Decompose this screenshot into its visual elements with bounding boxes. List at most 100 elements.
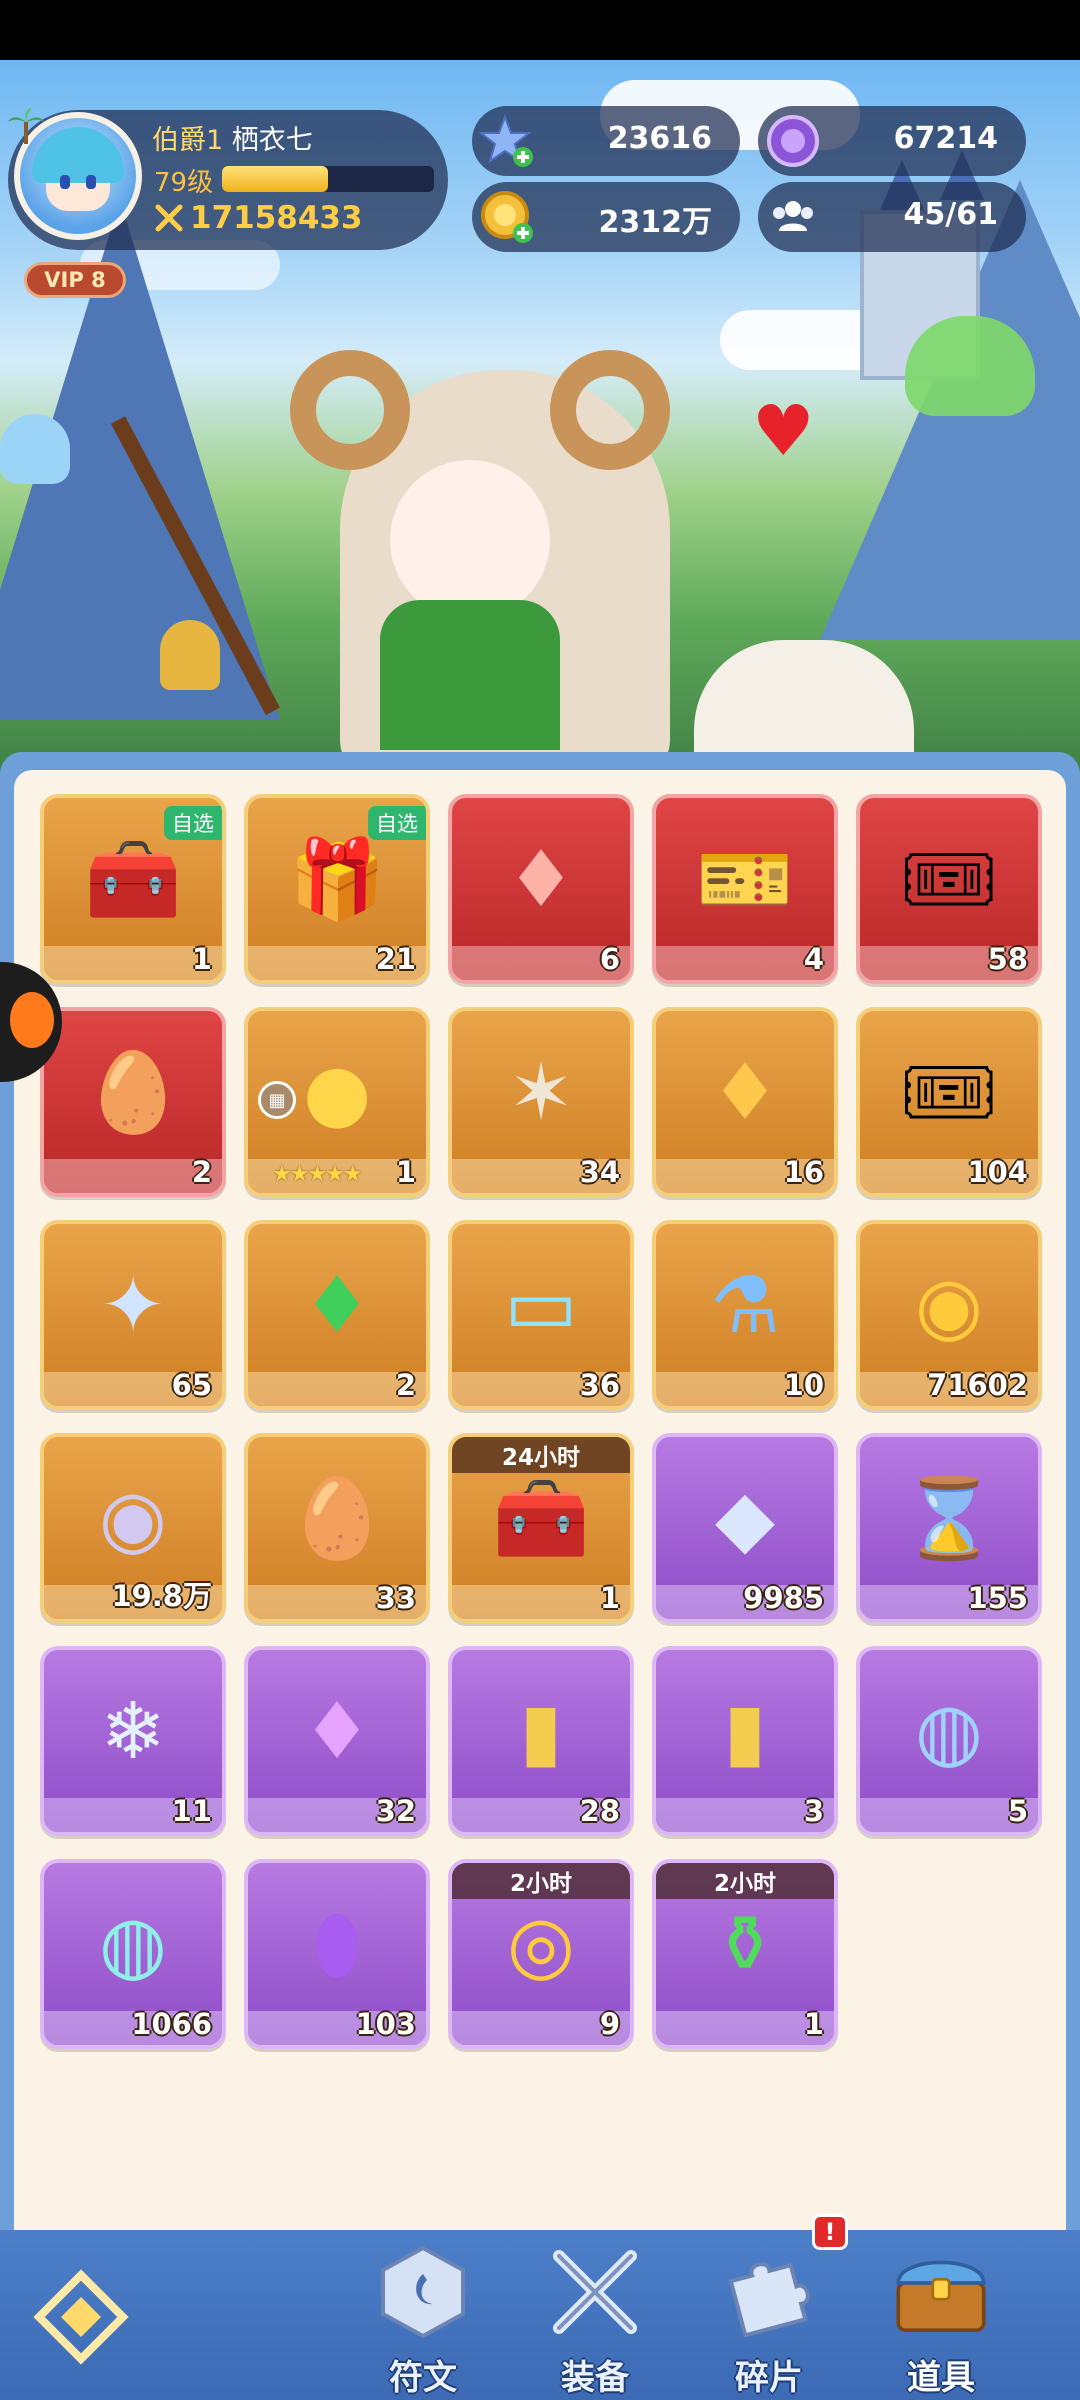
item-count: 65 [171, 1368, 212, 1402]
exp-fill [222, 166, 328, 192]
blue-slime [0, 414, 70, 484]
purple-coin-value: 67214 [893, 121, 998, 156]
star-rating: ★★★★★ [272, 1162, 363, 1187]
item-count: 21 [375, 942, 416, 976]
crossed-swords-icon [155, 204, 183, 232]
inventory-item[interactable]: ◍ 1066 [40, 1859, 226, 2049]
player-rank: 伯爵1 [152, 125, 224, 156]
rune-icon [373, 2242, 473, 2342]
inventory-item[interactable]: ⚗ 10 [652, 1220, 838, 1410]
bell-icon [160, 620, 220, 690]
nav-fragments[interactable]: 碎片 [694, 2232, 844, 2400]
cyan-orb-icon: ◍ [98, 1900, 168, 1990]
inventory-item[interactable]: 🎁 自选 21 [244, 794, 430, 984]
heart-icon: ♥ [752, 390, 815, 472]
coin-stack-icon: ◎ [506, 1900, 576, 1990]
green-potion-icon: ⚱ [712, 1900, 778, 1990]
fish-pet-icon[interactable] [10, 992, 54, 1048]
nav-equipment[interactable]: 装备 [520, 2232, 670, 2400]
fragments-alert-badge: ! [812, 2214, 848, 2250]
item-count: 19.8万 [111, 1579, 212, 1613]
inventory-item[interactable]: ♦ 32 [244, 1646, 430, 1836]
inventory-item[interactable]: ◆ 9985 [652, 1433, 838, 1623]
sheep-girl-character [290, 350, 720, 780]
inventory-item[interactable]: ✶ 34 [448, 1007, 634, 1197]
inventory-item[interactable]: 🎟 104 [856, 1007, 1042, 1197]
inventory-item[interactable]: 🥚 2 [40, 1007, 226, 1197]
inventory-item[interactable]: ♦ 16 [652, 1007, 838, 1197]
gold-coin-plus-icon[interactable] [476, 186, 538, 248]
people-icon [762, 186, 824, 248]
item-count: 36 [579, 1368, 620, 1402]
inventory-item[interactable]: 🧰 自选 1 [40, 794, 226, 984]
dragon-egg-icon: 🥚 [288, 1474, 386, 1564]
nav-rune[interactable]: 符文 [348, 2232, 498, 2400]
diamond-icon: ◆ [715, 1474, 775, 1564]
item-count: 9 [599, 2007, 620, 2041]
item-count: 11 [171, 1794, 212, 1828]
timer-tag: 24小时 [452, 1437, 630, 1473]
inventory-item[interactable]: ▮ 3 [652, 1646, 838, 1836]
blue-star-icon: ✦ [100, 1261, 166, 1351]
crossed-swords-icon [545, 2242, 645, 2342]
inventory-item[interactable]: ⌛ 155 [856, 1433, 1042, 1623]
inventory-item[interactable]: ◎ 2小时 9 [448, 1859, 634, 2049]
party-value: 45/61 [903, 197, 998, 232]
sun-ticket-icon: 🎟 [899, 835, 999, 925]
blue-ticket-icon: 🎫 [696, 835, 794, 925]
item-count: 34 [579, 1155, 620, 1189]
item-count: 6 [599, 942, 620, 976]
inventory-item[interactable]: 🎫 4 [652, 794, 838, 984]
exp-bar [222, 166, 434, 192]
hourglass-icon: ⌛ [900, 1474, 998, 1564]
inventory-item[interactable]: 🎟 58 [856, 794, 1042, 984]
treasure-chest-icon: 🧰 [492, 1474, 590, 1564]
inventory-item[interactable]: ⬮ 103 [244, 1859, 430, 2049]
inventory-item[interactable]: ◉ 71602 [856, 1220, 1042, 1410]
timer-tag: 2小时 [452, 1863, 630, 1899]
star-plus-icon[interactable] [476, 110, 538, 172]
inventory-item[interactable]: ♦ 2 [244, 1220, 430, 1410]
inventory-item[interactable]: ◍ 5 [856, 1646, 1042, 1836]
player-title: 伯爵1 栖衣七 [152, 118, 313, 157]
vip-badge[interactable]: VIP 8 [24, 262, 126, 298]
inventory-item[interactable]: ● ★★★★★ ▦ 1 [244, 1007, 430, 1197]
purple-egg-icon: ⬮ [312, 1900, 362, 1990]
item-count: 155 [967, 1581, 1028, 1615]
refresh-card-icon: ▮ [723, 1687, 767, 1777]
purple-crystal-icon: ♦ [302, 1687, 372, 1777]
inventory-item[interactable]: ♦ 6 [448, 794, 634, 984]
nav-rune-label: 符文 [389, 2358, 457, 2398]
inventory-item[interactable]: ▮ 28 [448, 1646, 634, 1836]
currency-party[interactable]: 45/61 [758, 182, 1026, 252]
grid-icon[interactable]: ▦ [258, 1081, 296, 1119]
choose-tag: 自选 [164, 806, 222, 840]
status-bar [0, 0, 1080, 60]
inventory-item[interactable]: 🥚 33 [244, 1433, 430, 1623]
inventory-item[interactable]: ◉ 19.8万 [40, 1433, 226, 1623]
currency-purple-coin[interactable]: 67214 [758, 106, 1026, 176]
nav-items-label: 道具 [907, 2358, 975, 2398]
currency-star-gem[interactable]: 23616 [472, 106, 740, 176]
blue-orb-icon: ◍ [914, 1687, 984, 1777]
item-count: 33 [375, 1581, 416, 1615]
gold-ticket-icon: 🎟 [899, 1048, 999, 1138]
item-count: 2 [191, 1155, 212, 1189]
inventory-item[interactable]: ✦ 65 [40, 1220, 226, 1410]
nav-items[interactable]: 道具 [866, 2232, 1016, 2400]
game-logo-icon[interactable] [26, 2262, 136, 2372]
item-count: 1 [803, 2007, 824, 2041]
nav-equipment-label: 装备 [561, 2358, 629, 2398]
inventory-item[interactable]: ❄ 11 [40, 1646, 226, 1836]
puzzle-piece-icon [719, 2242, 819, 2342]
item-count: 28 [579, 1794, 620, 1828]
item-count: 3 [803, 1794, 824, 1828]
inventory-item[interactable]: ▭ 36 [448, 1220, 634, 1410]
item-count: 32 [375, 1794, 416, 1828]
item-count: 5 [1007, 1794, 1028, 1828]
inventory-item[interactable]: ⚱ 2小时 1 [652, 1859, 838, 2049]
item-count: 58 [987, 942, 1028, 976]
player-name: 栖衣七 [231, 125, 313, 156]
inventory-item[interactable]: 🧰 24小时 1 [448, 1433, 634, 1623]
currency-gold-coin[interactable]: 2312万 [472, 182, 740, 252]
